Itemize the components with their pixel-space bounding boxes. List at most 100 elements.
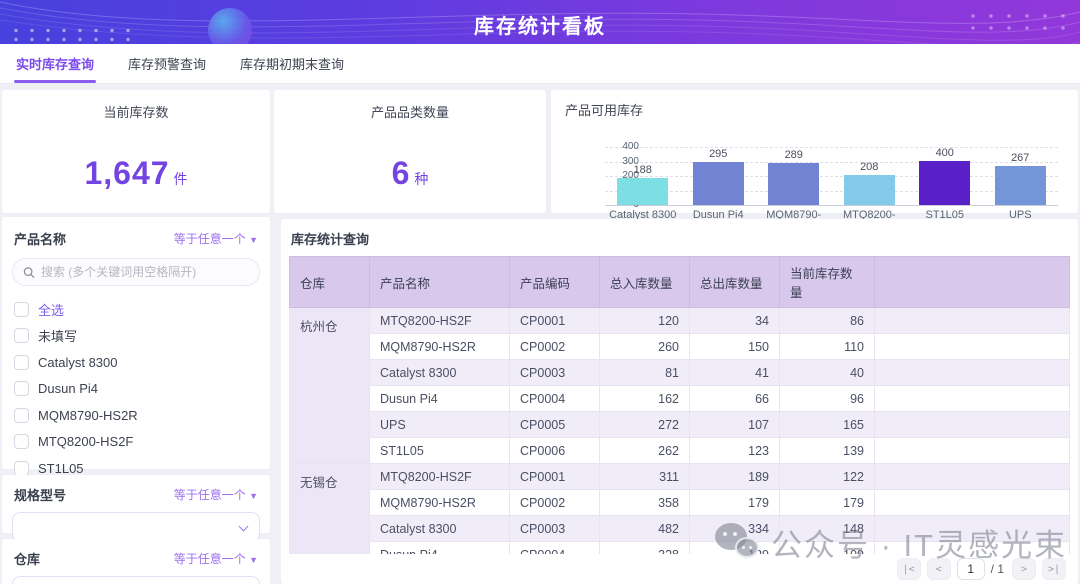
checkbox[interactable] bbox=[14, 354, 29, 370]
tab-1[interactable]: 库存预警查询 bbox=[126, 43, 208, 84]
cell-out: 189 bbox=[689, 463, 780, 490]
warehouse-select[interactable] bbox=[12, 576, 260, 584]
cell-out: 107 bbox=[689, 411, 780, 438]
table-row[interactable]: Catalyst 8300 CP0003 482 334 148 bbox=[290, 515, 1070, 542]
chart-card-available-stock: 产品可用库存 0100200300400188295289208400267 C… bbox=[551, 90, 1078, 233]
bar[interactable] bbox=[994, 166, 1046, 205]
search-input[interactable] bbox=[40, 265, 249, 279]
product-option-3[interactable]: Dusun Pi4 bbox=[14, 376, 258, 403]
table-row[interactable]: ST1L05 CP0006 262 123 139 bbox=[290, 437, 1070, 464]
filler-cell bbox=[874, 385, 1070, 412]
stat-title: 产品品类数量 bbox=[370, 105, 449, 120]
cell-out: 123 bbox=[689, 437, 780, 464]
pagination: |< < 1 / 1 > >| bbox=[289, 554, 1070, 584]
cell-stock: 165 bbox=[779, 411, 875, 438]
product-option-2[interactable]: Catalyst 8300 bbox=[14, 349, 258, 376]
cell-stock: 86 bbox=[779, 307, 875, 334]
column-header: 产品名称 bbox=[369, 256, 510, 308]
chevron-down-icon: ▼ bbox=[249, 491, 258, 501]
cell-in: 120 bbox=[599, 307, 690, 334]
filler-cell bbox=[874, 411, 1070, 438]
last-page-button[interactable]: >| bbox=[1042, 558, 1066, 580]
prev-page-button[interactable]: < bbox=[926, 558, 951, 580]
bar-column-Catalyst 8300: 188 bbox=[605, 147, 681, 205]
stat-value: 1,647 bbox=[84, 155, 170, 191]
cell-out: 34 bbox=[689, 307, 780, 334]
bar[interactable] bbox=[768, 163, 820, 205]
filler-cell bbox=[874, 515, 1070, 542]
next-page-button[interactable]: > bbox=[1012, 558, 1036, 580]
bar[interactable] bbox=[617, 177, 669, 205]
bar[interactable] bbox=[692, 162, 744, 205]
table-row[interactable]: MQM8790-HS2R CP0002 358 179 179 bbox=[290, 489, 1070, 516]
column-header: 当前库存数量 bbox=[779, 256, 875, 308]
checkbox[interactable] bbox=[14, 460, 29, 476]
cell-in: 482 bbox=[599, 515, 690, 542]
column-header-filler bbox=[874, 256, 1070, 308]
filter-operator-dropdown[interactable]: 等于任意一个 ▼ bbox=[174, 230, 258, 247]
filter-card-warehouse: 仓库 等于任意一个 ▼ bbox=[2, 539, 270, 584]
cell-in: 311 bbox=[599, 463, 690, 490]
option-label: Dusun Pi4 bbox=[38, 381, 98, 397]
table-row[interactable]: 无锡仓 MTQ8200-HS2F CP0001 311 189 122 bbox=[289, 463, 1070, 565]
table-row[interactable]: UPS CP0005 272 107 165 bbox=[290, 411, 1070, 438]
gridline-0 bbox=[605, 205, 1058, 206]
page-number-input[interactable]: 1 bbox=[956, 558, 985, 580]
option-label: 全选 bbox=[38, 302, 65, 318]
filler-cell bbox=[874, 307, 1070, 334]
first-page-button[interactable]: |< bbox=[896, 558, 921, 580]
inventory-table-card: 库存统计查询 仓库 产品名称 产品编码 总入库数量 总出库数量 当前库存数量 杭州仓 MTQ… bbox=[281, 219, 1078, 584]
page-title: 库存统计看板 bbox=[474, 16, 606, 38]
search-input-wrap bbox=[12, 258, 260, 286]
inventory-table: 仓库 产品名称 产品编码 总入库数量 总出库数量 当前库存数量 杭州仓 MTQ8200-HS… bbox=[289, 256, 1070, 565]
bar[interactable] bbox=[919, 161, 971, 205]
bar[interactable] bbox=[843, 174, 895, 205]
product-option-4[interactable]: MQM8790-HS2R bbox=[14, 402, 258, 429]
table-row[interactable]: MQM8790-HS2R CP0002 260 150 110 bbox=[290, 333, 1070, 360]
cell-out: 150 bbox=[689, 333, 780, 360]
column-header: 仓库 bbox=[289, 256, 370, 308]
product-option-0[interactable]: 全选 bbox=[14, 296, 258, 323]
table-row[interactable]: Dusun Pi4 CP0004 162 66 96 bbox=[290, 385, 1070, 412]
filter-operator-dropdown[interactable]: 等于任意一个 ▼ bbox=[174, 550, 258, 567]
tab-2[interactable]: 库存期初期末查询 bbox=[238, 43, 346, 84]
cell-in: 262 bbox=[599, 437, 690, 464]
filter-operator-dropdown[interactable]: 等于任意一个 ▼ bbox=[174, 486, 258, 503]
checkbox[interactable] bbox=[14, 328, 29, 344]
cell-product: MTQ8200-HS2F bbox=[369, 463, 510, 490]
cell-code: CP0006 bbox=[509, 437, 600, 464]
chevron-down-icon bbox=[238, 521, 249, 532]
bars-group: 188 295 289 208 400 267 bbox=[605, 147, 1058, 205]
filter-label: 仓库 bbox=[14, 552, 41, 567]
filter-label: 产品名称 bbox=[14, 232, 67, 247]
cell-in: 260 bbox=[599, 333, 690, 360]
chart-title: 产品可用库存 bbox=[565, 103, 644, 118]
cell-stock: 122 bbox=[779, 463, 875, 490]
option-label: MTQ8200-HS2F bbox=[38, 434, 134, 450]
chevron-down-icon: ▼ bbox=[249, 235, 258, 245]
cell-product: MQM8790-HS2R bbox=[369, 489, 510, 516]
product-option-1[interactable]: 未填写 bbox=[14, 323, 258, 350]
bar-value-label: 295 bbox=[709, 148, 728, 161]
table-row[interactable]: Catalyst 8300 CP0003 81 41 40 bbox=[290, 359, 1070, 386]
checkbox[interactable] bbox=[14, 381, 29, 397]
cell-stock: 179 bbox=[779, 489, 875, 516]
checkbox[interactable] bbox=[14, 407, 29, 423]
table-row[interactable]: 杭州仓 MTQ8200-HS2F CP0001 120 34 86 bbox=[289, 307, 1070, 464]
filler-cell bbox=[874, 489, 1070, 516]
tab-0[interactable]: 实时库存查询 bbox=[14, 43, 97, 84]
spec-model-select[interactable] bbox=[12, 512, 260, 542]
cell-stock: 148 bbox=[779, 515, 875, 542]
checkbox[interactable] bbox=[14, 301, 29, 317]
product-option-5[interactable]: MTQ8200-HS2F bbox=[14, 429, 258, 456]
bar-column-MTQ8200-HS2F: 208 bbox=[832, 147, 908, 205]
table-scroll-area[interactable]: 仓库 产品名称 产品编码 总入库数量 总出库数量 当前库存数量 杭州仓 MTQ8200-HS… bbox=[289, 256, 1070, 565]
cell-stock: 139 bbox=[779, 437, 875, 464]
cell-in: 81 bbox=[599, 359, 690, 386]
page-total-label: / 1 bbox=[990, 562, 1004, 576]
cell-in: 272 bbox=[599, 411, 690, 438]
checkbox[interactable] bbox=[14, 434, 29, 450]
table-title: 库存统计查询 bbox=[291, 232, 370, 247]
cell-product: Catalyst 8300 bbox=[369, 359, 510, 386]
stat-card-current-stock: 当前库存数 1,647 件 bbox=[2, 90, 270, 213]
